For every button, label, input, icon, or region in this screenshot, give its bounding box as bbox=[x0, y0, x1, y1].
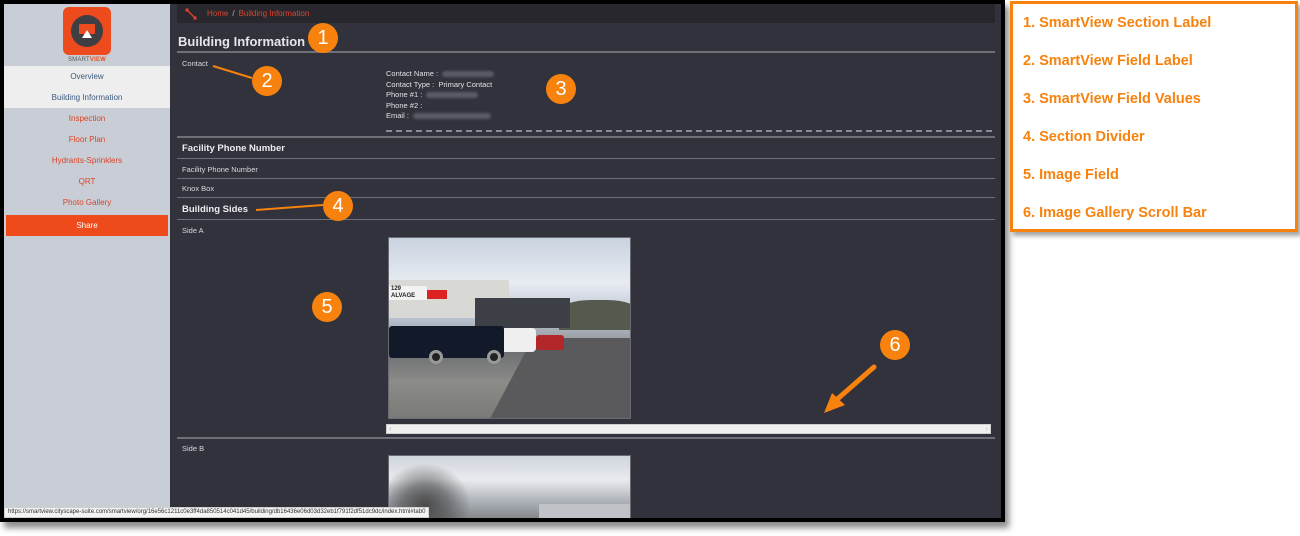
email-row: Email : bbox=[386, 111, 494, 122]
logo-text-smart: SMART bbox=[67, 57, 90, 63]
photo-coke-sign bbox=[427, 290, 447, 299]
logo-text-view: VIEW bbox=[89, 57, 107, 63]
breadcrumb-trail: Home / Building Information bbox=[207, 9, 309, 18]
legend-item-field-label: 2. SmartView Field Label bbox=[1023, 53, 1193, 69]
photo-building-2 bbox=[475, 298, 570, 328]
image-gallery-scrollbar[interactable]: ‹ › bbox=[386, 424, 991, 434]
sidebar-item-hydrants-sprinklers[interactable]: Hydrants-Sprinklers bbox=[4, 150, 170, 171]
scroll-left-arrow-icon[interactable]: ‹ bbox=[389, 424, 392, 433]
photo-red-car bbox=[536, 335, 564, 350]
logo-text: SMARTVIEW bbox=[4, 57, 170, 63]
photo-wheel bbox=[487, 350, 501, 364]
phone1-row: Phone #1 : bbox=[386, 90, 494, 101]
legend-item-gallery-scrollbar: 6. Image Gallery Scroll Bar bbox=[1023, 205, 1207, 221]
photo-wheel bbox=[429, 350, 443, 364]
section-divider bbox=[177, 219, 995, 220]
knox-box-field-label: Knox Box bbox=[182, 184, 215, 193]
facility-phone-section-label: Facility Phone Number bbox=[182, 143, 285, 154]
callout-badge-5: 5 bbox=[312, 292, 342, 322]
legend-item-section-divider: 4. Section Divider bbox=[1023, 129, 1145, 145]
section-divider bbox=[177, 136, 995, 138]
side-a-field-label: Side A bbox=[182, 226, 204, 235]
row-divider bbox=[177, 158, 995, 159]
row-divider bbox=[177, 197, 995, 198]
sidebar: SMARTVIEW Overview Building Information … bbox=[4, 4, 170, 518]
sidebar-item-inspection[interactable]: Inspection bbox=[4, 108, 170, 129]
share-button[interactable]: Share bbox=[6, 215, 168, 236]
breadcrumb-current[interactable]: Building Information bbox=[239, 9, 310, 18]
phone2-key: Phone #2 : bbox=[386, 100, 423, 110]
callout-badge-4: 4 bbox=[323, 191, 353, 221]
photo-sign-line1: 129 bbox=[391, 286, 402, 292]
expand-icon[interactable] bbox=[185, 8, 197, 20]
building-sides-section-label: Building Sides bbox=[182, 204, 248, 215]
legend-item-image-field: 5. Image Field bbox=[1023, 167, 1119, 183]
sidebar-item-overview[interactable]: Overview bbox=[4, 66, 170, 87]
sidebar-nav: Overview Building Information Inspection… bbox=[4, 66, 170, 213]
contact-type-value: Primary Contact bbox=[438, 79, 493, 89]
callout-badge-3: 3 bbox=[546, 74, 576, 104]
annotation-legend: 1. SmartView Section Label 2. SmartView … bbox=[1010, 1, 1298, 232]
browser-window: SMARTVIEW Overview Building Information … bbox=[0, 0, 1005, 522]
photo-sign: 129 ALVAGE bbox=[389, 286, 427, 300]
email-value-redacted bbox=[412, 113, 491, 120]
photo-sign-line2: ALVAGE bbox=[391, 293, 416, 299]
legend-item-field-values: 3. SmartView Field Values bbox=[1023, 91, 1201, 107]
phone1-value-redacted bbox=[426, 92, 479, 99]
contact-name-value-redacted bbox=[442, 71, 495, 78]
row-divider bbox=[177, 178, 995, 179]
breadcrumb-home-link[interactable]: Home bbox=[207, 9, 228, 18]
breadcrumb-separator: / bbox=[232, 9, 235, 18]
contact-type-row: Contact Type : Primary Contact bbox=[386, 80, 494, 91]
main-content: Home / Building Information Building Infor… bbox=[170, 4, 1001, 518]
title-divider bbox=[177, 51, 995, 53]
page-title: Building Information bbox=[178, 34, 306, 49]
logo-triangle bbox=[82, 30, 92, 38]
side-a-image[interactable]: 129 ALVAGE bbox=[388, 237, 631, 419]
sidebar-item-floor-plan[interactable]: Floor Plan bbox=[4, 129, 170, 150]
contact-name-row: Contact Name : bbox=[386, 69, 495, 80]
contact-field-label: Contact bbox=[182, 59, 208, 68]
sidebar-item-building-information[interactable]: Building Information bbox=[4, 87, 170, 108]
scroll-right-arrow-icon[interactable]: › bbox=[985, 424, 988, 433]
email-key: Email : bbox=[386, 111, 409, 121]
contact-field-values: Contact Name : Contact Type : Primary Co… bbox=[386, 69, 495, 122]
section-divider bbox=[177, 437, 995, 439]
sidebar-item-qrt[interactable]: QRT bbox=[4, 171, 170, 192]
side-b-field-label: Side B bbox=[182, 444, 205, 453]
sidebar-item-photo-gallery[interactable]: Photo Gallery bbox=[4, 192, 170, 213]
phone1-key: Phone #1 : bbox=[386, 90, 423, 100]
phone2-row: Phone #2 : bbox=[386, 101, 494, 112]
logo-ring bbox=[71, 15, 103, 47]
contact-dashed-divider bbox=[386, 130, 992, 132]
smartview-logo-icon[interactable] bbox=[63, 7, 111, 55]
legend-item-section-label: 1. SmartView Section Label bbox=[1023, 15, 1212, 31]
status-bar-url: https://smartview.cityscape-suite.com/sm… bbox=[4, 507, 430, 518]
callout-badge-1: 1 bbox=[308, 23, 338, 53]
photo-roof bbox=[539, 504, 630, 518]
logo-area: SMARTVIEW bbox=[4, 4, 170, 66]
contact-name-key: Contact Name : bbox=[386, 69, 439, 78]
breadcrumb: Home / Building Information bbox=[177, 4, 995, 23]
callout-badge-6: 6 bbox=[880, 330, 910, 360]
contact-type-key: Contact Type : bbox=[386, 79, 435, 89]
facility-phone-field-label: Facility Phone Number bbox=[182, 165, 258, 174]
callout-badge-2: 2 bbox=[252, 66, 282, 96]
